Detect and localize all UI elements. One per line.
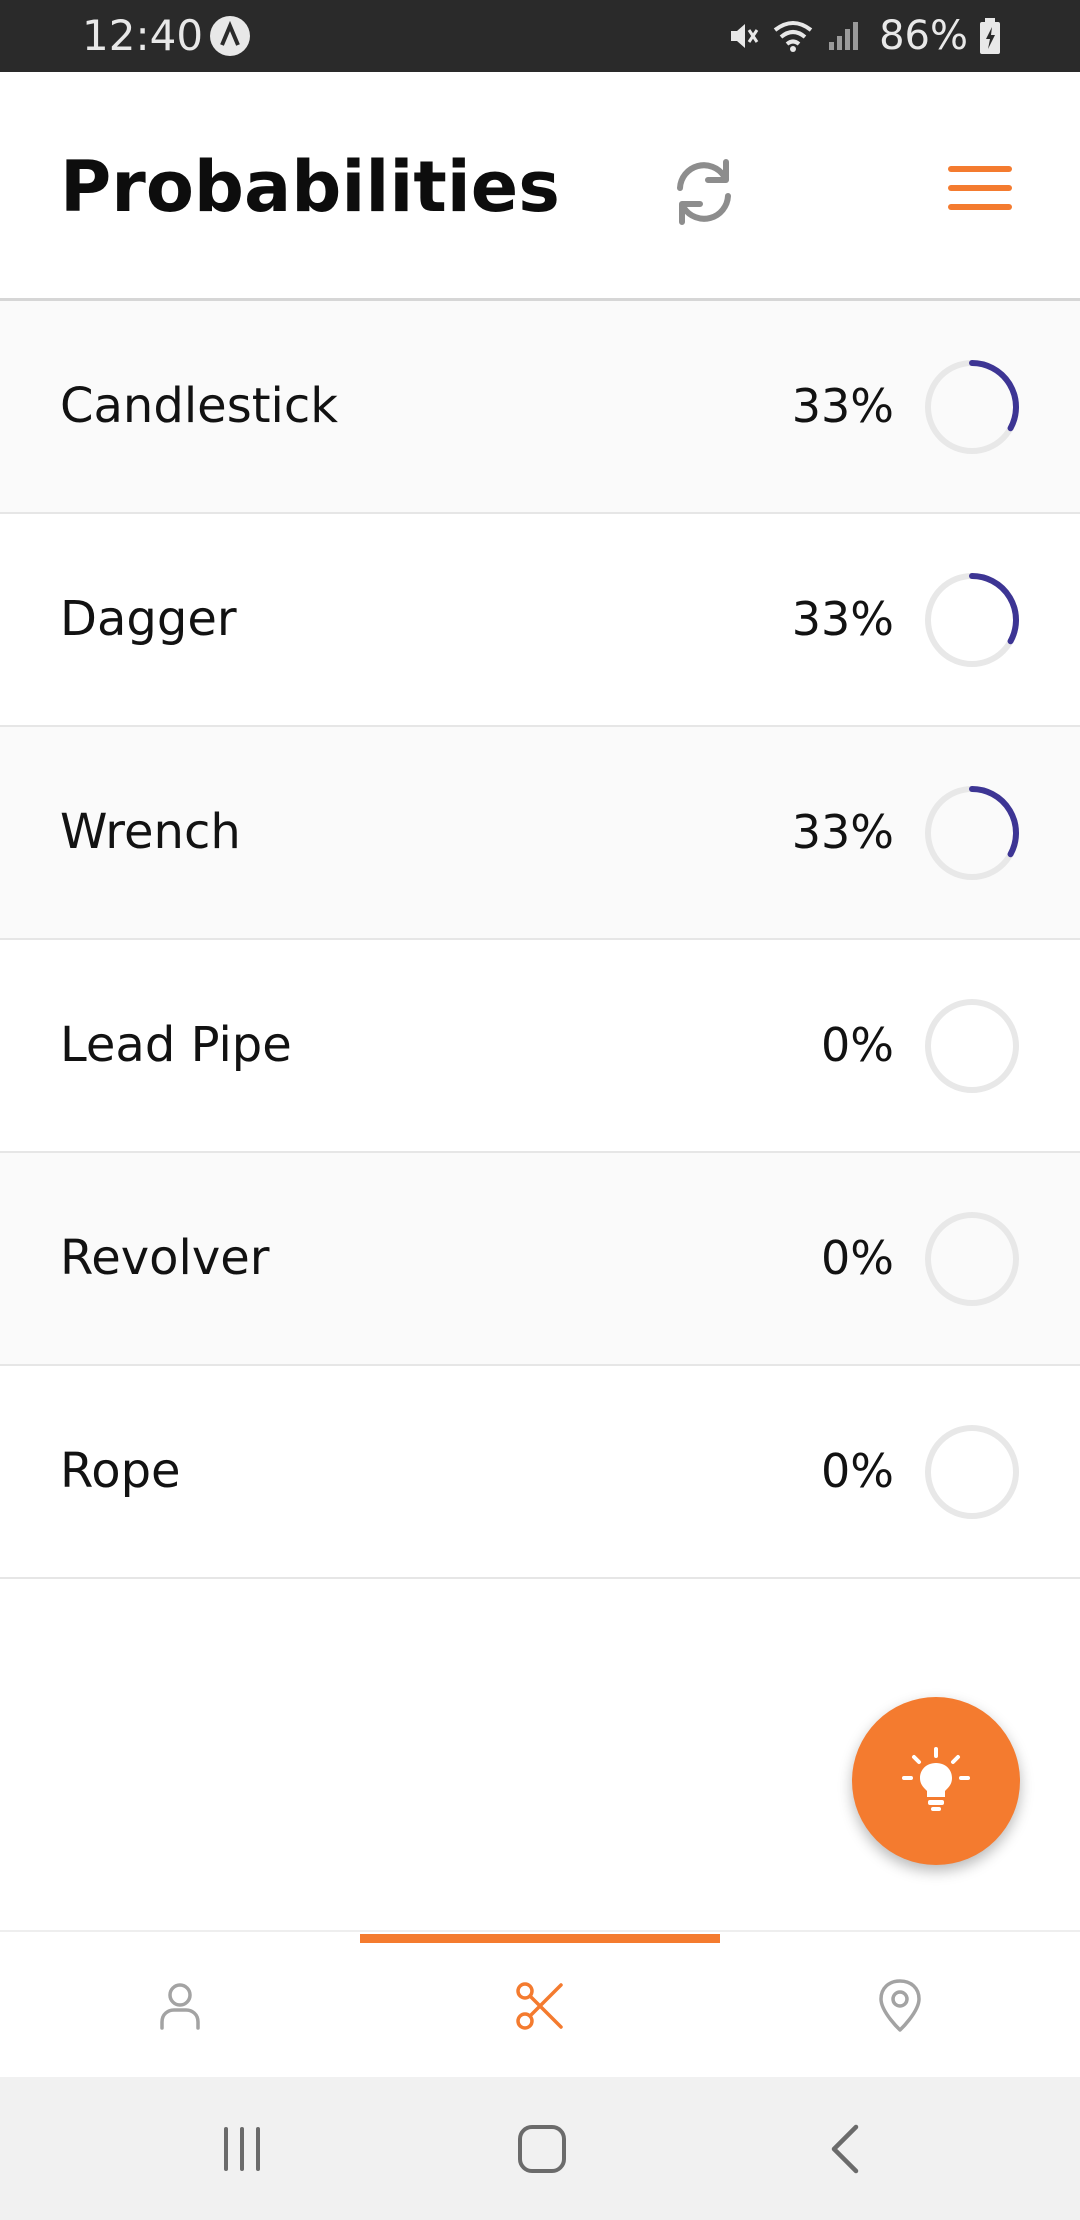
ring-progress-arc [969,573,1019,645]
battery-charging-icon [980,18,1000,54]
location-pin-icon [879,1978,921,2032]
tab-suspects[interactable] [0,1932,360,2079]
probability-ring [925,1425,1019,1519]
probability-ring [925,1212,1019,1306]
menu-button[interactable] [944,152,1016,224]
ring-progress-arc [969,360,1019,432]
item-percent: 0% [821,1444,894,1498]
page-title: Probabilities [60,146,560,228]
item-percent: 0% [821,1018,894,1072]
status-icons: 86% [725,10,1002,62]
ring-progress-arc [969,786,1019,858]
recent-apps-button[interactable] [162,2077,322,2220]
back-icon [831,2124,859,2173]
item-percent: 33% [791,592,894,646]
recent-apps-icon [224,2126,260,2171]
tab-rooms[interactable] [720,1932,1080,2079]
ring-track [925,1212,1019,1306]
item-name: Rope [60,1443,181,1499]
item-percent: 33% [791,805,894,859]
battery-percent: 86% [879,13,968,59]
item-name: Dagger [60,591,237,647]
item-name: Candlestick [60,378,339,434]
mute-icon [731,24,759,48]
item-name: Wrench [60,804,241,860]
probability-ring [925,786,1019,880]
status-bar: 12:40 86% [0,0,1080,72]
list-item[interactable]: Rope 0% [0,1366,1080,1579]
wifi-icon [773,21,813,52]
list-item[interactable]: Revolver 0% [0,1153,1080,1366]
probability-ring [925,573,1019,667]
hint-fab-button[interactable] [852,1697,1020,1865]
refresh-icon [677,159,731,225]
probability-ring [925,999,1019,1093]
item-percent: 0% [821,1231,894,1285]
person-icon [160,1982,200,2030]
item-name: Lead Pipe [60,1017,292,1073]
item-percent: 33% [791,379,894,433]
status-time: 12:40 [82,11,204,60]
refresh-button[interactable] [664,152,744,232]
ring-track [925,999,1019,1093]
list-item[interactable]: Candlestick 33% [0,301,1080,514]
bottom-navigation [0,1930,1080,2079]
probability-ring [925,360,1019,454]
scissors-icon [516,1981,563,2030]
app-header: Probabilities [0,72,1080,301]
list-item[interactable]: Wrench 33% [0,727,1080,940]
back-button[interactable] [766,2077,926,2220]
list-item[interactable]: Lead Pipe 0% [0,940,1080,1153]
ring-track [925,1425,1019,1519]
item-name: Revolver [60,1230,270,1286]
hamburger-menu-icon [948,166,1012,210]
system-navigation-bar [0,2077,1080,2220]
lightbulb-icon [902,1747,970,1811]
probability-list: Candlestick 33% Dagger 33% Wrench 33% Le… [0,301,1080,1579]
list-item[interactable]: Dagger 33% [0,514,1080,727]
tab-weapons[interactable] [360,1932,720,2079]
signal-icon [829,22,859,50]
home-icon [518,2124,566,2173]
app-notification-icon [210,16,250,56]
home-button[interactable] [462,2077,622,2220]
